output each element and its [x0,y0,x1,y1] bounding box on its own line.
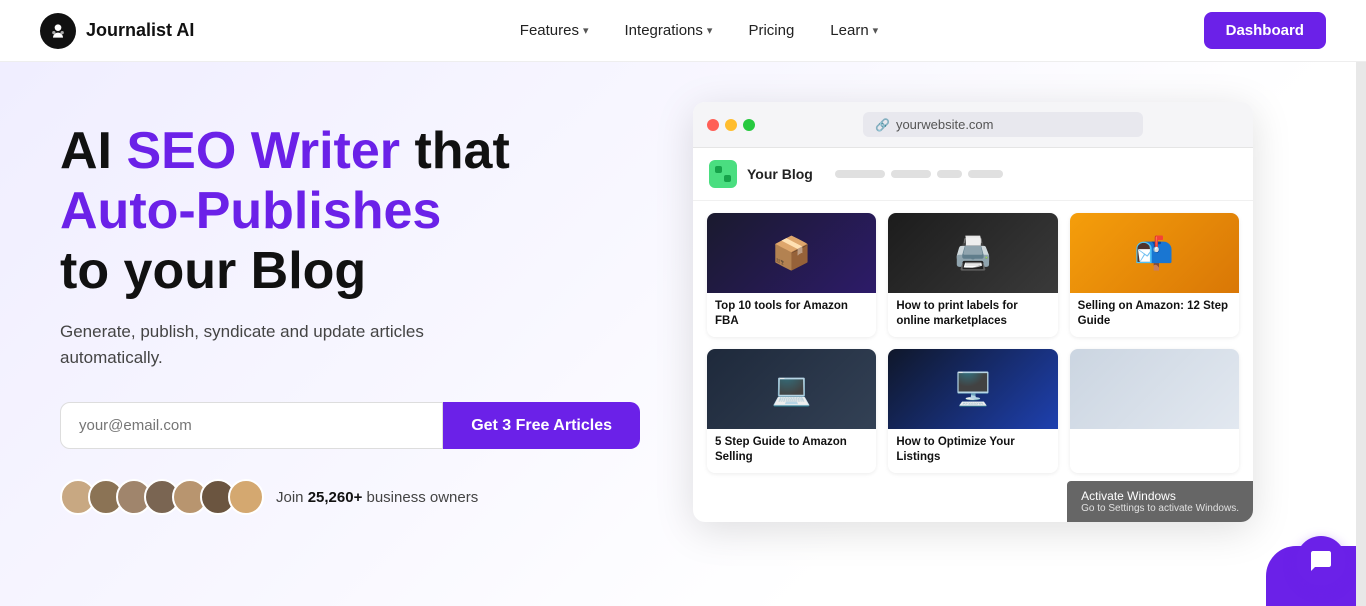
title-that: that [400,122,510,180]
scrollbar[interactable] [1356,0,1366,606]
cta-button[interactable]: Get 3 Free Articles [443,402,640,449]
features-nav-link[interactable]: Features ▾ [506,14,603,47]
logo[interactable]: Journalist AI [40,13,194,49]
browser-bar: 🔗 yourwebsite.com [693,102,1253,148]
article-image [1070,349,1239,429]
traffic-lights [707,119,755,131]
article-card[interactable]: 📦 Top 10 tools for Amazon FBA [707,213,876,337]
article-text: How to Optimize Your Listings [888,429,1057,473]
traffic-light-green [743,119,755,131]
chat-icon [1309,549,1333,573]
activate-title: Activate Windows [1081,489,1239,503]
title-seo-writer: SEO Writer [126,122,400,180]
learn-label: Learn [830,22,868,39]
integrations-chevron-icon: ▾ [707,24,713,37]
activate-subtitle: Go to Settings to activate Windows. [1081,503,1239,514]
traffic-light-red [707,119,719,131]
social-count: 25,260+ [308,489,363,506]
hero-subtitle: Generate, publish, syndicate and update … [60,319,480,370]
article-title: Selling on Amazon: 12 Step Guide [1078,299,1231,329]
blog-nav-line [835,170,885,178]
avatar-group [60,479,264,515]
blog-nav-line [968,170,1003,178]
features-chevron-icon: ▾ [583,24,589,37]
article-text [1070,429,1239,443]
pricing-nav-link[interactable]: Pricing [734,14,808,47]
pricing-label: Pricing [748,22,794,39]
social-text-pre: Join [276,489,308,506]
blog-nav-line [937,170,962,178]
title-ai: AI [60,122,126,180]
learn-chevron-icon: ▾ [873,24,879,37]
journalist-ai-icon [48,21,68,41]
article-text: 5 Step Guide to Amazon Selling [707,429,876,473]
browser-mockup: 🔗 yourwebsite.com Your Blog [693,102,1253,522]
navbar: Journalist AI Features ▾ Integrations ▾ … [0,0,1366,62]
articles-grid: 📦 Top 10 tools for Amazon FBA 🖨️ How to … [693,201,1253,485]
article-card[interactable]: 💻 5 Step Guide to Amazon Selling [707,349,876,473]
article-title: How to Optimize Your Listings [896,435,1049,465]
article-card[interactable]: 🖥️ How to Optimize Your Listings [888,349,1057,473]
link-icon: 🔗 [875,118,890,132]
title-auto-publishes: Auto-Publishes [60,182,441,240]
blog-nav-line [891,170,931,178]
article-title: 5 Step Guide to Amazon Selling [715,435,868,465]
article-title: Top 10 tools for Amazon FBA [715,299,868,329]
article-text: How to print labels for online marketpla… [888,293,1057,337]
social-text-post: business owners [362,489,478,506]
learn-nav-link[interactable]: Learn ▾ [816,14,892,47]
hero-title: AI SEO Writer that Auto-Publishes to you… [60,122,640,301]
url-bar[interactable]: 🔗 yourwebsite.com [863,112,1143,137]
article-text: Top 10 tools for Amazon FBA [707,293,876,337]
email-input[interactable] [60,402,443,449]
logo-icon [40,13,76,49]
hero-section: AI SEO Writer that Auto-Publishes to you… [0,62,1366,606]
article-image: 📬 [1070,213,1239,293]
social-text: Join 25,260+ business owners [276,489,478,506]
article-image: 📦 [707,213,876,293]
hero-right: 🔗 yourwebsite.com Your Blog [640,112,1306,532]
blog-nav-lines [835,170,1003,178]
article-image: 🖨️ [888,213,1057,293]
article-text: Selling on Amazon: 12 Step Guide [1070,293,1239,337]
social-proof: Join 25,260+ business owners [60,479,640,515]
url-text: yourwebsite.com [896,117,994,132]
dashboard-button[interactable]: Dashboard [1204,12,1326,49]
blog-logo [709,160,737,188]
traffic-light-yellow [725,119,737,131]
article-image: 🖥️ [888,349,1057,429]
integrations-nav-link[interactable]: Integrations ▾ [611,14,727,47]
article-card[interactable]: 🖨️ How to print labels for online market… [888,213,1057,337]
hero-form: Get 3 Free Articles [60,402,640,449]
features-label: Features [520,22,579,39]
logo-text: Journalist AI [86,20,194,41]
hero-left: AI SEO Writer that Auto-Publishes to you… [60,112,640,515]
article-title: How to print labels for online marketpla… [896,299,1049,329]
activate-windows-overlay: Activate Windows Go to Settings to activ… [1067,481,1253,522]
blog-name: Your Blog [747,166,813,182]
article-card[interactable]: 📬 Selling on Amazon: 12 Step Guide [1070,213,1239,337]
integrations-label: Integrations [625,22,703,39]
blog-header: Your Blog [693,148,1253,201]
article-card [1070,349,1239,473]
article-image: 💻 [707,349,876,429]
nav-links: Features ▾ Integrations ▾ Pricing Learn … [506,14,892,47]
chat-button[interactable] [1296,536,1346,586]
title-to-your-blog: to your Blog [60,242,366,300]
avatar [228,479,264,515]
